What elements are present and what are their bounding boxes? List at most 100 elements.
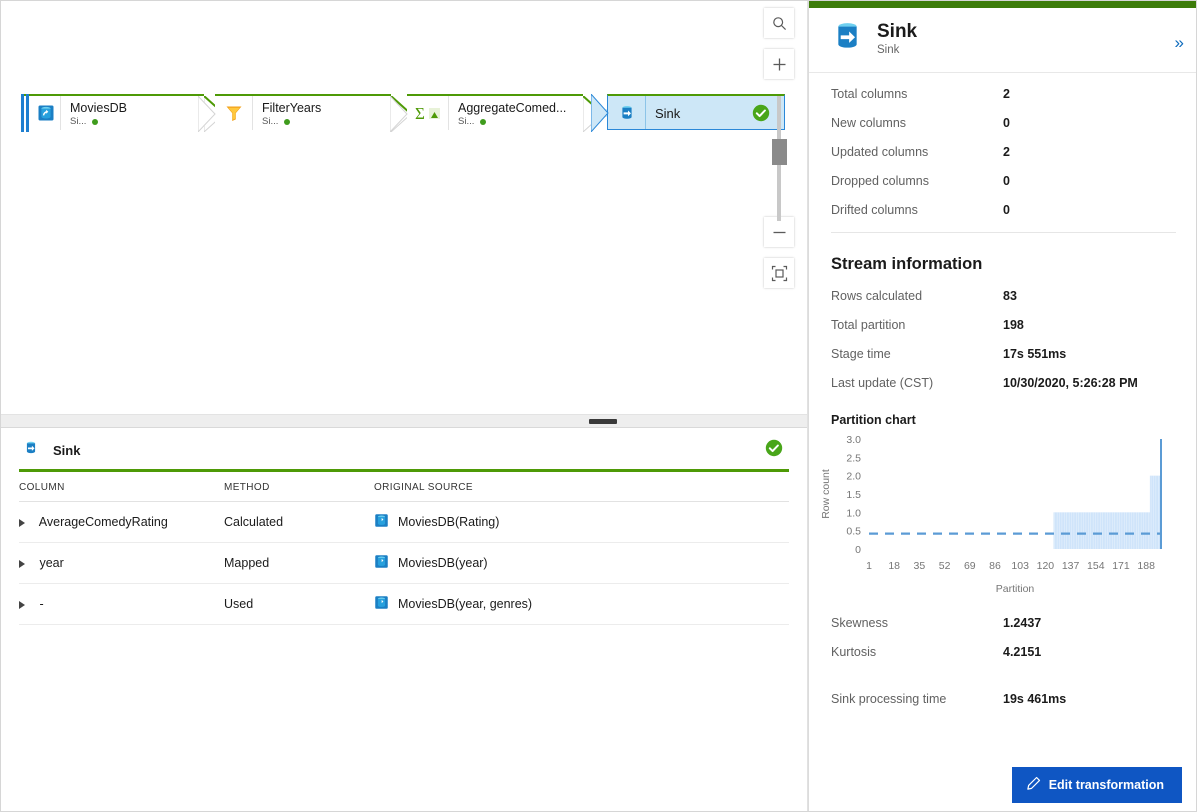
- shape-stats-list: Skewness 1.2437 Kurtosis 4.2151: [809, 606, 1196, 659]
- stat-new-columns: New columns 0: [831, 116, 1176, 130]
- database-sink-icon: [608, 96, 646, 129]
- pencil-icon: [1026, 776, 1041, 794]
- partition-chart-title: Partition chart: [831, 413, 916, 427]
- svg-text:Partition: Partition: [996, 583, 1035, 595]
- collapse-panel-icon[interactable]: »: [1175, 34, 1184, 51]
- inspect-status-check-icon: [765, 439, 783, 462]
- stat-label: Last update (CST): [831, 376, 934, 390]
- graph-node-moviesdb[interactable]: MoviesDB Si...: [21, 94, 225, 132]
- stream-information-title: Stream information: [831, 255, 983, 273]
- splitter-grip[interactable]: [589, 419, 617, 424]
- edit-transformation-button[interactable]: Edit transformation: [1011, 767, 1182, 803]
- cell-column-text: AverageComedyRating: [38, 515, 168, 529]
- node-status-dot-icon: [480, 118, 487, 125]
- node-name: AggregateComed...: [458, 100, 567, 115]
- svg-text:103: 103: [1011, 560, 1029, 572]
- svg-text:35: 35: [914, 560, 926, 572]
- svg-text:1.0: 1.0: [846, 507, 861, 519]
- stat-kurtosis: Kurtosis 4.2151: [831, 645, 1176, 659]
- graph-node-filteryears[interactable]: FilterYears Si...: [198, 94, 412, 132]
- node-chevron-left-icon: [591, 94, 609, 132]
- svg-text:86: 86: [989, 560, 1001, 572]
- expand-chevron-icon[interactable]: [19, 600, 25, 609]
- dataflow-canvas[interactable]: MoviesDB Si... FilterYears Si... Σ Aggre…: [1, 1, 807, 414]
- node-name: Sink: [655, 106, 681, 121]
- table-row[interactable]: year Mapped MoviesDB(year): [19, 542, 789, 584]
- zoom-in-icon[interactable]: [764, 49, 794, 79]
- stat-label: Skewness: [831, 616, 888, 630]
- svg-text:0: 0: [855, 544, 861, 556]
- panel-title: Sink: [877, 20, 918, 42]
- node-source-accent: [21, 94, 24, 132]
- stat-stage-time: Stage time 17s 551ms: [831, 347, 1176, 361]
- node-name: FilterYears: [262, 100, 322, 115]
- table-row[interactable]: AverageComedyRating Calculated MoviesDB(…: [19, 501, 789, 543]
- cell-source-text: MoviesDB(year): [398, 556, 488, 570]
- stat-label: Total partition: [831, 318, 906, 332]
- pane-splitter[interactable]: [1, 414, 807, 428]
- stat-value: 83: [1003, 289, 1017, 303]
- node-status-dot-icon: [92, 118, 99, 125]
- stat-total-columns: Total columns 2: [831, 87, 1176, 101]
- node-body: Sink: [646, 96, 752, 129]
- node-sub: Si...: [70, 116, 196, 128]
- graph-node-sink[interactable]: Sink: [591, 94, 785, 132]
- stat-label: New columns: [831, 116, 907, 130]
- stat-label: Dropped columns: [831, 174, 929, 188]
- svg-text:Row count: Row count: [820, 469, 832, 519]
- fit-to-screen-icon[interactable]: [764, 258, 794, 288]
- stat-label: Updated columns: [831, 145, 929, 159]
- cell-column-text: -: [39, 597, 44, 611]
- expand-chevron-icon[interactable]: [19, 559, 25, 568]
- zoom-slider-thumb[interactable]: [772, 139, 787, 165]
- stat-value: 0: [1003, 203, 1010, 217]
- stat-skewness: Skewness 1.2437: [831, 616, 1176, 630]
- cell-source-text: MoviesDB(Rating): [398, 515, 500, 529]
- stat-label: Stage time: [831, 347, 891, 361]
- stat-sink-processing-time: Sink processing time 19s 461ms: [831, 692, 1176, 706]
- stat-last-update: Last update (CST) 10/30/2020, 5:26:28 PM: [831, 376, 1176, 390]
- node-name: MoviesDB: [70, 100, 127, 115]
- column-header-original-source: ORIGINAL SOURCE: [374, 472, 789, 502]
- svg-text:3.0: 3.0: [846, 434, 861, 446]
- zoom-out-icon[interactable]: [764, 217, 794, 247]
- expand-chevron-icon[interactable]: [19, 518, 25, 527]
- table-header-row: COLUMN METHOD ORIGINAL SOURCE: [19, 472, 789, 502]
- column-stats-list: Total columns 2 New columns 0 Updated co…: [809, 73, 1196, 217]
- partition-chart-svg: 0 0.5 1.0 1.5 2.0 2.5 3.0 Row count 1 18 35 52 69 86 1…: [820, 434, 1162, 595]
- database-source-icon: [374, 554, 389, 572]
- partition-chart: 0 0.5 1.0 1.5 2.0 2.5 3.0 Row count 1 18 35 52 69 86 1…: [809, 431, 1196, 606]
- svg-text:2.0: 2.0: [846, 471, 861, 483]
- node-sub: Si...: [262, 116, 383, 128]
- database-sink-icon: [23, 440, 39, 461]
- cell-column: -: [19, 583, 224, 625]
- svg-text:69: 69: [964, 560, 976, 572]
- svg-text:137: 137: [1062, 560, 1080, 572]
- inspect-title: Sink: [53, 443, 81, 458]
- panel-subtitle: Sink: [877, 43, 900, 56]
- stat-label: Kurtosis: [831, 645, 877, 659]
- svg-text:154: 154: [1087, 560, 1105, 572]
- search-icon[interactable]: [764, 8, 794, 38]
- node-sub-text: Si...: [262, 115, 279, 127]
- graph-node-aggregatecomedyratings[interactable]: Σ AggregateComed... Si...: [390, 94, 604, 132]
- database-source-icon: [374, 595, 389, 613]
- svg-text:Σ: Σ: [415, 104, 425, 123]
- canvas-zoom-toolbar[interactable]: [764, 8, 794, 299]
- stat-dropped-columns: Dropped columns 0: [831, 174, 1176, 188]
- aggregate-sigma-icon: Σ: [407, 96, 449, 130]
- inspect-header: Sink: [1, 428, 807, 469]
- panel-header: Sink Sink »: [809, 8, 1196, 73]
- cell-column-text: year: [39, 556, 64, 570]
- column-header-method: METHOD: [224, 472, 374, 502]
- table-row[interactable]: - Used MoviesDB(year, genres): [19, 583, 789, 625]
- left-pane: MoviesDB Si... FilterYears Si... Σ Aggre…: [1, 1, 808, 811]
- svg-text:1.5: 1.5: [846, 489, 861, 501]
- stat-rows-calculated: Rows calculated 83: [831, 289, 1176, 303]
- cell-source: MoviesDB(year): [374, 542, 789, 584]
- database-source-icon: [374, 513, 389, 531]
- cell-source: MoviesDB(Rating): [374, 501, 789, 543]
- stat-value: 198: [1003, 318, 1024, 332]
- stat-value: 19s 461ms: [1003, 692, 1067, 706]
- stat-drifted-columns: Drifted columns 0: [831, 203, 1176, 217]
